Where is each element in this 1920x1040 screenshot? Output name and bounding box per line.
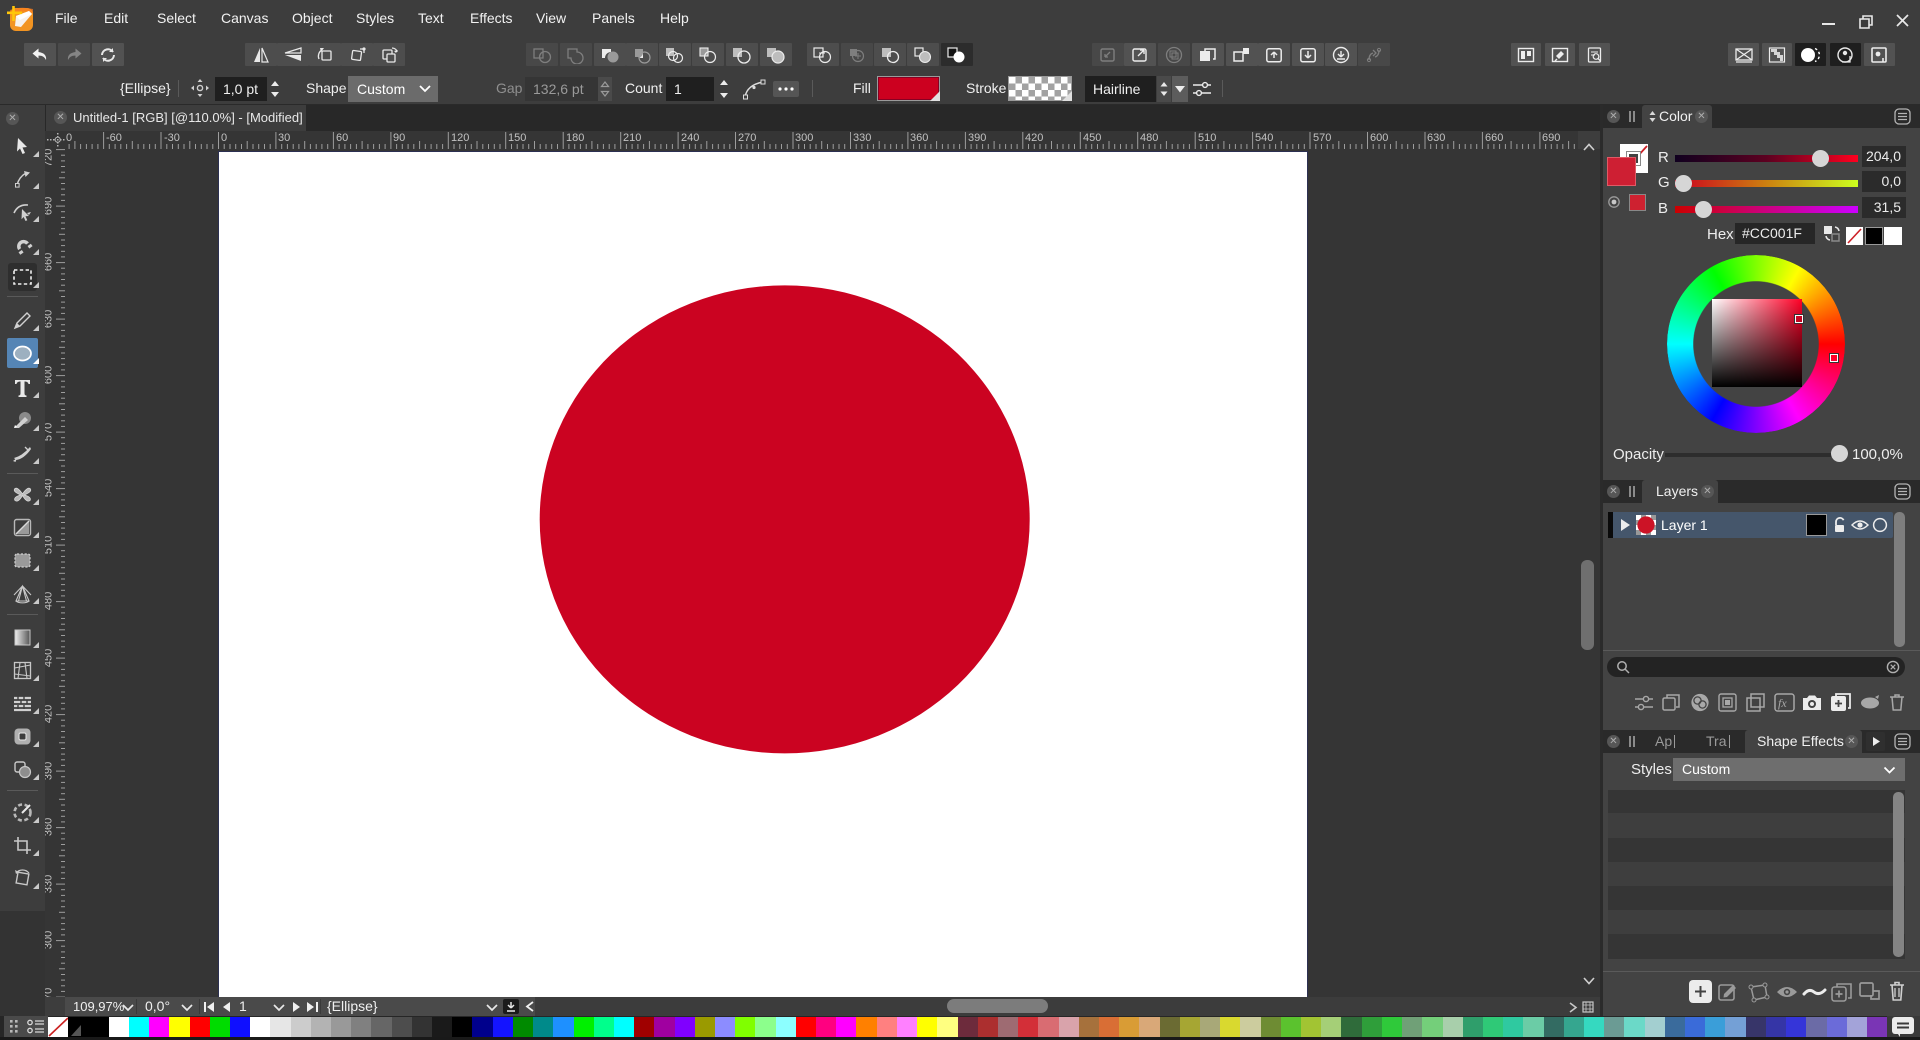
svg-text:570: 570	[45, 423, 55, 441]
svg-text:330: 330	[45, 875, 55, 893]
svg-text:360: 360	[45, 818, 55, 836]
svg-text:540: 540	[45, 479, 55, 497]
svg-text:480: 480	[45, 592, 55, 610]
svg-text:720: 720	[45, 149, 55, 167]
svg-text:300: 300	[45, 931, 55, 949]
svg-text:fx: fx	[1778, 696, 1787, 710]
svg-text:270: 270	[45, 988, 55, 997]
svg-text:510: 510	[45, 536, 55, 554]
svg-text:390: 390	[45, 762, 55, 780]
svg-text:660: 660	[45, 253, 55, 271]
svg-text:600: 600	[45, 366, 55, 384]
svg-text:420: 420	[45, 705, 55, 723]
svg-text:450: 450	[45, 649, 55, 667]
svg-text:630: 630	[45, 310, 55, 328]
svg-text:690: 690	[45, 197, 55, 215]
